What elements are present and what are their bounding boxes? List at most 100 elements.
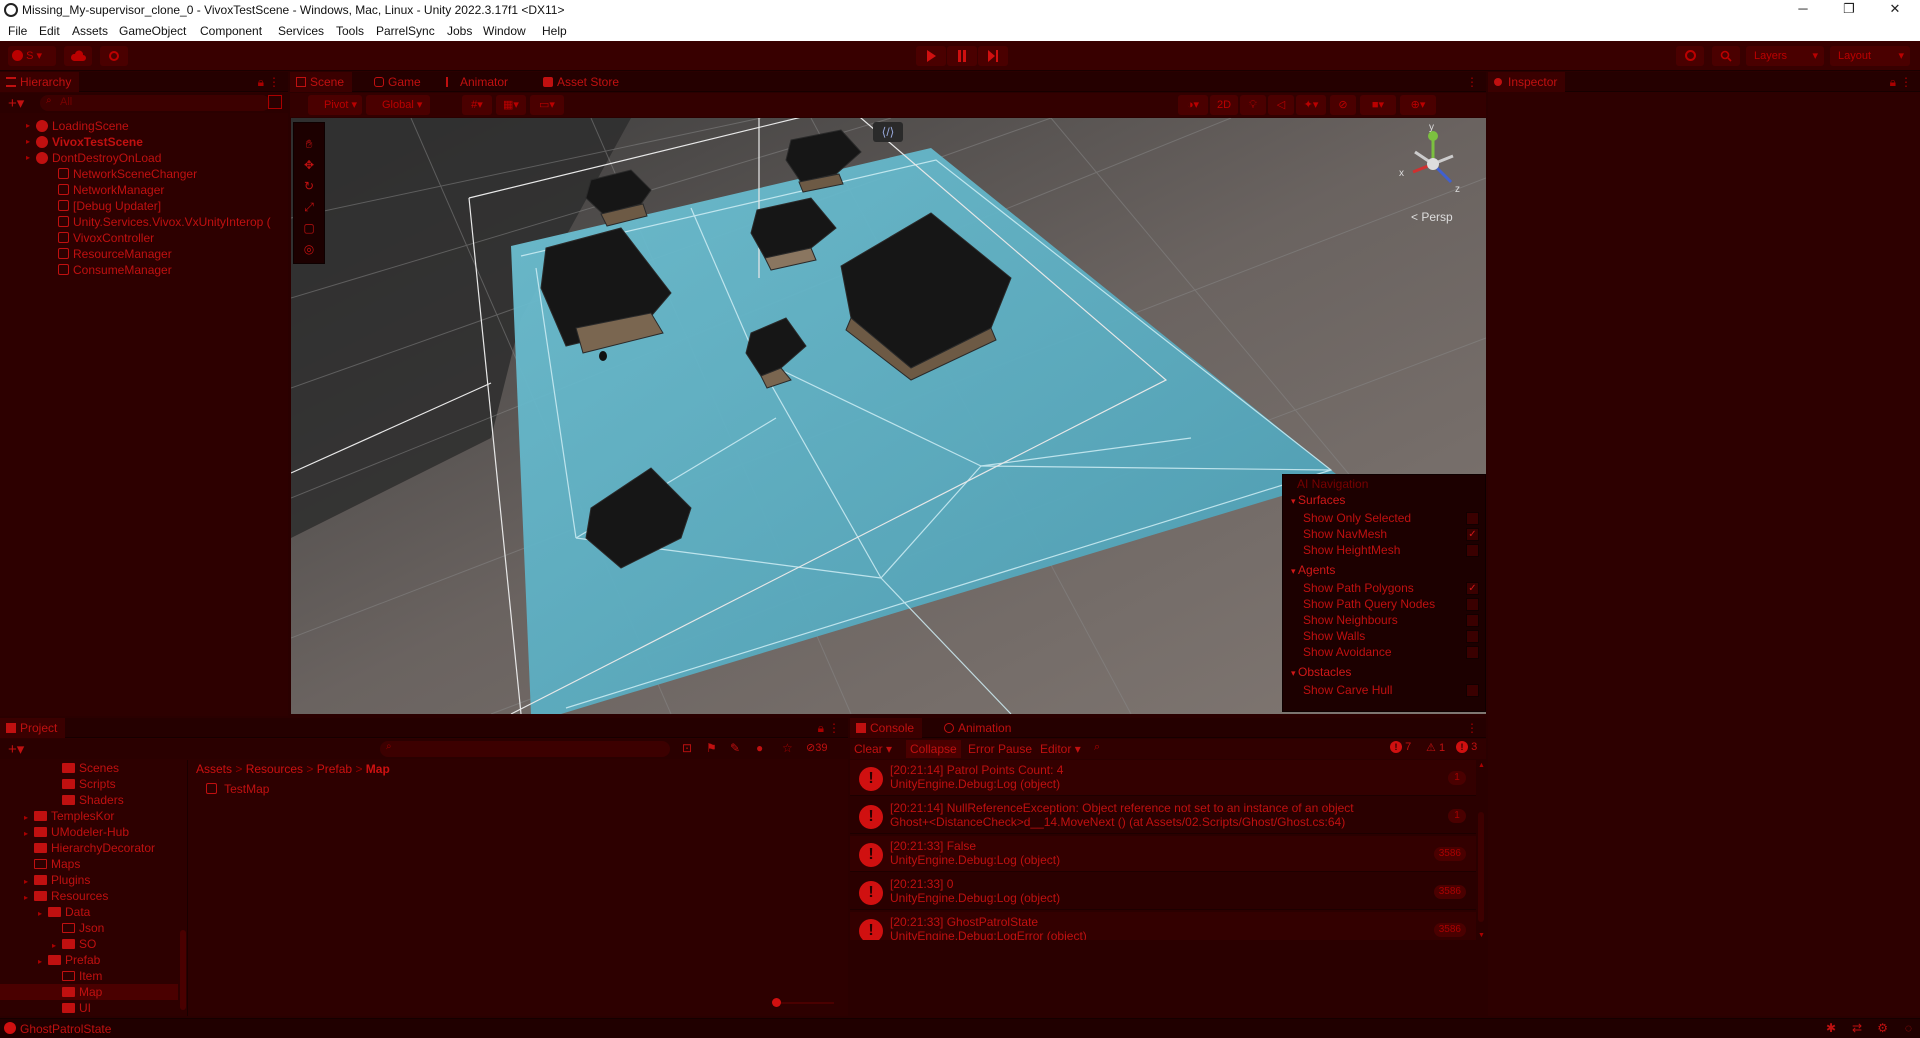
breadcrumb-item[interactable]: Resources [246, 762, 303, 776]
folder-tree-item[interactable]: Scripts [0, 776, 178, 792]
search-button[interactable] [1712, 46, 1740, 66]
hierarchy-item[interactable]: [Debug Updater] [58, 198, 161, 214]
more-menu-icon[interactable]: ⋮ [1466, 721, 1478, 735]
icon-size-slider[interactable] [772, 998, 834, 1007]
error-filter-icon[interactable]: ● [756, 741, 763, 755]
breadcrumb-item[interactable]: Prefab [317, 762, 352, 776]
menu-jobs[interactable]: Jobs [447, 24, 472, 38]
slider-thumb[interactable] [772, 998, 781, 1007]
console-entry[interactable]: ! [20:21:33] GhostPatrolState UnityEngine.… [850, 912, 1476, 940]
menu-gameobject[interactable]: GameObject [119, 24, 186, 38]
console-entry[interactable]: ! [20:21:14] NullReferenceException: Obje… [850, 798, 1476, 834]
shading-mode-button[interactable]: ◑▾ [1178, 95, 1208, 115]
console-entry[interactable]: ! [20:21:14] Patrol Points Count: 4 UnityE… [850, 760, 1476, 796]
cloud-button[interactable] [64, 46, 92, 66]
transform-tool-icon[interactable]: ◎ [300, 242, 318, 260]
hierarchy-item[interactable]: ResourceManager [58, 246, 172, 262]
nav-option-checkbox[interactable] [1466, 646, 1479, 659]
scroll-down-icon[interactable]: ▼ [1478, 932, 1485, 939]
console-entry[interactable]: ! [20:21:33] 0 UnityEngine.Debug:Log (obje… [850, 874, 1476, 910]
error-pause-toggle[interactable]: Error Pause [968, 742, 1032, 756]
folder-tree-item[interactable]: ▸ SO [0, 936, 178, 952]
tree-scrollbar[interactable] [180, 930, 186, 1010]
breadcrumb-item[interactable]: Assets [196, 762, 232, 776]
lock-icon[interactable]: 🔒︎ [258, 75, 264, 90]
search-by-type-icon[interactable]: ⊡ [682, 741, 692, 755]
nav-option-checkbox[interactable] [1466, 630, 1479, 643]
orientation-gizmo[interactable]: y x z [1391, 122, 1475, 206]
menu-parrelsync[interactable]: ParrelSync [376, 24, 435, 38]
hierarchy-item[interactable]: VivoxController [58, 230, 154, 246]
nav-option-checkbox[interactable] [1466, 598, 1479, 611]
nav-option-checkbox[interactable] [1466, 614, 1479, 627]
menu-help[interactable]: Help [542, 24, 567, 38]
hierarchy-search-input[interactable]: ⌕ All [40, 95, 270, 111]
editor-dropdown[interactable]: Editor ▾ [1040, 742, 1081, 756]
2d-toggle-button[interactable]: 2D [1210, 95, 1238, 115]
tab-asset-store[interactable]: Asset Store [537, 72, 627, 92]
folder-tree-item[interactable]: Maps [0, 856, 178, 872]
nav-option-checkbox[interactable]: ✓ [1466, 528, 1479, 541]
rotate-tool-icon[interactable]: ↻ [300, 179, 318, 197]
menu-edit[interactable]: Edit [39, 24, 60, 38]
scene-visibility-icon[interactable] [268, 95, 282, 109]
tab-game[interactable]: Game [368, 72, 429, 92]
folder-tree-item[interactable]: ▸ Plugins [0, 872, 178, 888]
layout-dropdown[interactable]: Layout ▾ [1830, 46, 1910, 66]
error-count-toggle[interactable]: ! 7 [1390, 741, 1411, 753]
overlay-toggle-button[interactable]: ⟨/⟩ [873, 122, 903, 142]
lighting-toggle-button[interactable]: 💡︎ [1240, 95, 1266, 115]
search-icon[interactable]: ⌕ [1094, 741, 1100, 754]
gizmos-button[interactable]: ⊕▾ [1400, 95, 1436, 115]
collapse-toggle[interactable]: Collapse [906, 740, 961, 758]
nav-option-checkbox[interactable]: ✓ [1466, 582, 1479, 595]
more-menu-icon[interactable]: ⋮ [1900, 75, 1912, 89]
rect-tool-icon[interactable]: ▢ [300, 221, 318, 239]
folder-tree-item[interactable]: ▸ UModeler-Hub [0, 824, 178, 840]
tab-project[interactable]: Project [0, 718, 66, 738]
pause-button[interactable] [947, 46, 977, 66]
move-tool-icon[interactable]: ✥ [300, 158, 318, 176]
progress-icon[interactable]: ◌ [1905, 1021, 1912, 1035]
hierarchy-item[interactable]: ▸ DontDestroyOnLoad [26, 150, 161, 166]
folder-tree-item[interactable]: Shaders [0, 792, 178, 808]
audio-toggle-button[interactable]: ◁ [1268, 95, 1294, 115]
menu-tools[interactable]: Tools [336, 24, 364, 38]
hierarchy-item[interactable]: NetworkSceneChanger [58, 166, 197, 182]
warning-count-toggle[interactable]: ⚠ 1 [1426, 741, 1445, 754]
folder-tree-item[interactable]: ▸ Resources [0, 888, 178, 904]
minimize-button[interactable]: ─ [1780, 1, 1826, 20]
folder-tree-item[interactable]: Scenes [0, 760, 178, 776]
menu-services[interactable]: Services [278, 24, 324, 38]
hidden-packages-toggle[interactable]: ⊘39 [806, 741, 827, 754]
history-button[interactable] [1676, 46, 1704, 66]
add-icon[interactable]: +▾ [8, 94, 24, 112]
hierarchy-item[interactable]: ▸ LoadingScene [26, 118, 129, 134]
lock-icon[interactable]: 🔒︎ [1890, 75, 1896, 90]
asset-item-testmap[interactable]: TestMap [206, 782, 269, 798]
bug-icon[interactable]: ✱ [1826, 1021, 1836, 1035]
folder-tree-item[interactable]: ▸ Prefab [0, 952, 178, 968]
tab-scene[interactable]: Scene [290, 72, 353, 92]
layers-dropdown[interactable]: Layers ▾ [1746, 46, 1824, 66]
breadcrumb-item[interactable]: Map [366, 762, 390, 776]
hand-tool-icon[interactable]: ✋︎ [300, 137, 318, 155]
more-menu-icon[interactable]: ⋮ [268, 75, 280, 89]
tab-console[interactable]: Console [850, 718, 923, 738]
console-entry[interactable]: ! [20:21:33] False UnityEngine.Debug:Log (… [850, 836, 1476, 872]
hierarchy-item[interactable]: NetworkManager [58, 182, 164, 198]
nav-option-checkbox[interactable] [1466, 544, 1479, 557]
scale-tool-icon[interactable]: ⤢ [300, 200, 318, 218]
console-scrollbar[interactable]: ▲ ▼ [1477, 762, 1485, 942]
global-dropdown[interactable]: Global ▾ [366, 95, 430, 115]
grid-snap-button[interactable]: #▾ [462, 95, 492, 115]
clear-button[interactable]: Clear ▾ [854, 742, 892, 756]
menu-component[interactable]: Component [200, 24, 262, 38]
collab-button[interactable] [100, 46, 128, 66]
tab-inspector[interactable]: Inspector [1488, 72, 1566, 92]
folder-tree-item[interactable]: Item [0, 968, 178, 984]
snap-increment-button[interactable]: ▦▾ [496, 95, 526, 115]
expand-arrow-icon[interactable]: ▸ [26, 118, 36, 134]
expand-arrow-icon[interactable]: ▸ [26, 134, 36, 150]
expand-arrow-icon[interactable]: ▸ [26, 150, 36, 166]
